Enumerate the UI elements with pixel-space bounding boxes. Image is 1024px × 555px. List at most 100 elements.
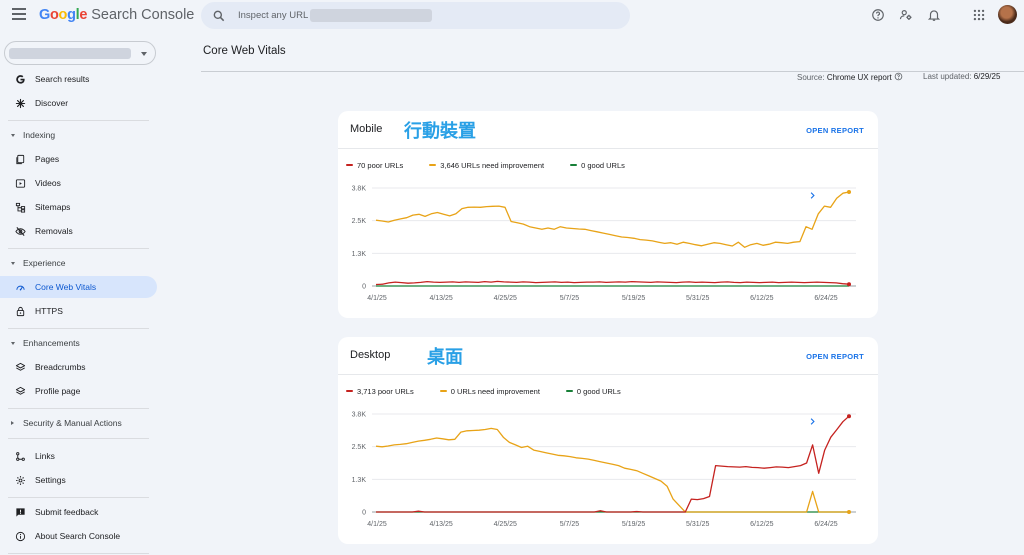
sidebar-item-label: Core Web Vitals bbox=[35, 282, 97, 292]
sidebar-item-core-web-vitals[interactable]: Core Web Vitals bbox=[0, 276, 157, 298]
series-endpoint-poor bbox=[847, 282, 851, 287]
sidebar-item-profile-page[interactable]: Profile page bbox=[0, 380, 157, 402]
sidebar-item-pages[interactable]: Pages bbox=[0, 148, 157, 170]
series-line-poor[interactable] bbox=[375, 280, 850, 286]
legend-label: 3,646 URLs need improvement bbox=[440, 160, 545, 170]
redacted-property-url bbox=[310, 9, 433, 22]
apps-grid-icon[interactable] bbox=[972, 8, 986, 22]
page-title: Core Web Vitals bbox=[203, 45, 286, 57]
help-icon[interactable] bbox=[871, 8, 885, 22]
x-tick-label: 4/13/25 bbox=[429, 295, 452, 302]
x-tick-label: 5/31/25 bbox=[686, 521, 709, 528]
help-icon[interactable] bbox=[894, 72, 903, 81]
notifications-bell-icon[interactable] bbox=[927, 8, 941, 22]
legend-label: 70 poor URLs bbox=[357, 160, 404, 170]
data-source: Source: Chrome UX report bbox=[797, 72, 903, 82]
open-report-link[interactable]: OPEN REPORT bbox=[806, 126, 864, 199]
sidebar-section-label: Enhancements bbox=[23, 338, 80, 348]
series-line-needs-improvement[interactable] bbox=[375, 191, 850, 248]
legend-item-poor[interactable]: 3,713 poor URLs bbox=[346, 387, 414, 396]
legend-item-good[interactable]: 0 good URLs bbox=[570, 161, 625, 170]
legend-label: 0 URLs need improvement bbox=[450, 386, 540, 396]
info-icon bbox=[15, 531, 26, 541]
sidebar-divider bbox=[8, 328, 149, 329]
open-report-label: OPEN REPORT bbox=[806, 126, 864, 135]
sidebar-item-label: Settings bbox=[35, 475, 66, 485]
legend-item-good[interactable]: 0 good URLs bbox=[565, 387, 621, 396]
sidebar-item-about[interactable]: About Search Console bbox=[0, 525, 157, 547]
sidebar-item-removals[interactable]: Removals bbox=[0, 220, 157, 242]
chart-legend: 3,713 poor URLs 0 URLs need improvement 0 … bbox=[346, 385, 647, 397]
x-tick-label: 4/1/25 bbox=[367, 295, 387, 302]
sidebar-item-settings[interactable]: Settings bbox=[0, 469, 157, 491]
pages-icon bbox=[16, 154, 25, 164]
feedback-icon bbox=[16, 507, 25, 517]
source-value: Chrome UX report bbox=[826, 73, 892, 82]
legend-item-needs-improvement[interactable]: 3,646 URLs need improvement bbox=[429, 161, 544, 170]
sidebar-item-search-results[interactable]: Search results bbox=[0, 68, 157, 90]
sidebar-section-label: Indexing bbox=[23, 130, 56, 140]
search-console-logo[interactable]: Google Search Console bbox=[39, 7, 194, 23]
x-tick-label: 4/1/25 bbox=[367, 521, 387, 528]
sidebar-divider bbox=[8, 438, 149, 439]
legend-item-needs-improvement[interactable]: 0 URLs need improvement bbox=[439, 386, 540, 396]
sidebar-item-sitemaps[interactable]: Sitemaps bbox=[0, 196, 157, 218]
sidebar-item-label: Removals bbox=[35, 226, 73, 236]
sidebar-item-label: Search results bbox=[35, 74, 90, 84]
x-tick-label: 4/13/25 bbox=[429, 521, 452, 528]
legend-label: 0 good URLs bbox=[581, 160, 625, 170]
series-line-needs-improvement[interactable] bbox=[375, 427, 849, 513]
sidebar-item-label: HTTPS bbox=[35, 306, 63, 316]
y-tick-label: 1.3K bbox=[352, 251, 367, 258]
x-tick-label: 5/7/25 bbox=[560, 295, 580, 302]
legend-swatch bbox=[565, 390, 573, 392]
desktop-report-card: Desktop 桌面 OPEN REPORT 3,713 poor URLs 0 … bbox=[338, 337, 878, 544]
sidebar-nav: Search results Discover Indexing Pages Video… bbox=[0, 30, 160, 555]
legend-swatch bbox=[346, 164, 353, 166]
expand-less-icon bbox=[11, 261, 15, 265]
card-title: Desktop bbox=[350, 349, 391, 361]
expand-less-icon bbox=[11, 341, 15, 345]
sidebar-item-label: About Search Console bbox=[35, 531, 121, 541]
legend-swatch bbox=[570, 164, 578, 166]
sidebar-item-videos[interactable]: Videos bbox=[0, 172, 157, 194]
chevron-down-icon bbox=[141, 52, 147, 56]
x-tick-label: 5/19/25 bbox=[622, 295, 645, 302]
sidebar-section-label: Security & Manual Actions bbox=[23, 418, 122, 428]
expand-more-icon bbox=[11, 421, 14, 425]
card-header: Desktop 桌面 OPEN REPORT bbox=[338, 337, 878, 425]
account-avatar[interactable] bbox=[998, 5, 1017, 24]
sidebar-item-label: Videos bbox=[35, 178, 61, 188]
sidebar-item-breadcrumbs[interactable]: Breadcrumbs bbox=[0, 356, 157, 378]
sidebar-item-https[interactable]: HTTPS bbox=[0, 300, 157, 322]
y-tick-label: 1.3K bbox=[352, 477, 367, 484]
open-report-link[interactable]: OPEN REPORT bbox=[806, 352, 864, 425]
sidebar-item-submit-feedback[interactable]: Submit feedback bbox=[0, 501, 157, 523]
sidebar-item-links[interactable]: Links bbox=[0, 445, 157, 467]
video-icon bbox=[15, 178, 26, 188]
sitemap-icon bbox=[15, 202, 26, 213]
sidebar-divider bbox=[8, 553, 149, 554]
sidebar-divider bbox=[8, 408, 149, 409]
x-tick-label: 4/25/25 bbox=[494, 521, 517, 528]
property-selector[interactable] bbox=[4, 41, 156, 65]
url-inspection-search[interactable]: Inspect any URL bbox=[201, 2, 630, 29]
google-g-icon bbox=[16, 74, 25, 84]
last-updated: Last updated: 6/29/25 bbox=[923, 72, 1000, 81]
series-endpoint-needs-improvement bbox=[847, 510, 851, 514]
search-input[interactable]: Inspect any URL bbox=[238, 10, 308, 21]
x-tick-label: 4/25/25 bbox=[494, 295, 517, 302]
sidebar-item-label: Sitemaps bbox=[35, 202, 71, 212]
sidebar-item-label: Breadcrumbs bbox=[35, 362, 86, 372]
manage-users-icon[interactable] bbox=[899, 8, 913, 22]
lock-icon bbox=[16, 306, 25, 316]
product-name: Search Console bbox=[91, 7, 195, 23]
x-tick-label: 6/24/25 bbox=[814, 521, 837, 528]
sidebar-item-label: Links bbox=[35, 451, 55, 461]
sidebar-item-discover[interactable]: Discover bbox=[0, 92, 157, 114]
main-menu-icon[interactable] bbox=[12, 8, 26, 20]
y-tick-label: 3.8K bbox=[352, 186, 367, 193]
legend-item-poor[interactable]: 70 poor URLs bbox=[346, 161, 403, 170]
layers-icon bbox=[15, 386, 26, 395]
y-tick-label: 0 bbox=[362, 510, 366, 517]
